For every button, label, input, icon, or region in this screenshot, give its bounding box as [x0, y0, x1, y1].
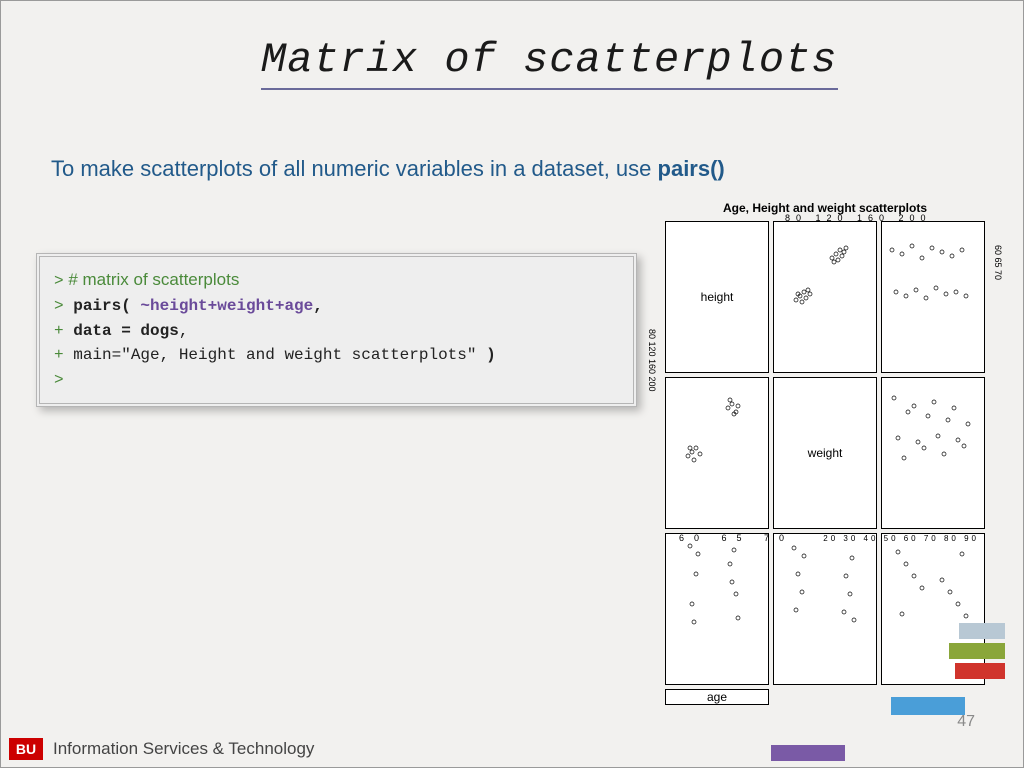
subtitle-func: pairs() [658, 156, 725, 181]
code-comma: , [313, 297, 323, 315]
bu-logo: BU [9, 738, 43, 760]
subtitle-text: To make scatterplots of all numeric vari… [51, 156, 658, 181]
axis-ticks-top: 80 120 160 200 [785, 213, 932, 223]
scatter-cell [881, 221, 985, 373]
code-prompt: + [54, 346, 64, 364]
code-func: pairs( [73, 297, 131, 315]
page-number: 47 [957, 713, 975, 731]
slide-title: Matrix of scatterplots [261, 36, 838, 90]
axis-ticks-bottom-left: 60 65 70 [679, 533, 794, 543]
scatter-cell [665, 377, 769, 529]
decoration-bar [949, 643, 1005, 659]
axis-ticks-left: 80 120 160 200 [647, 329, 657, 392]
slide-subtitle: To make scatterplots of all numeric vari… [51, 156, 725, 182]
scatter-cell [773, 533, 877, 685]
diag-cell-weight: weight [773, 377, 877, 529]
code-formula: ~height+weight+age [131, 297, 313, 315]
footer-dept: Information Services & Technology [53, 739, 314, 759]
chart-grid: height weight age [665, 221, 985, 531]
code-data-arg: data = dogs [73, 322, 179, 340]
code-comma: , [179, 322, 189, 340]
decoration-bar [959, 623, 1005, 639]
decoration-bar [955, 663, 1005, 679]
axis-ticks-right: 60 65 70 [993, 245, 1003, 280]
diag-cell-age: age [665, 689, 769, 705]
diag-cell-height: height [665, 221, 769, 373]
code-block: > # matrix of scatterplots > pairs( ~hei… [36, 253, 637, 407]
code-prompt: > [54, 371, 64, 389]
code-prompt: > [54, 272, 64, 290]
axis-ticks-bottom-right: 20 30 40 50 60 70 80 90 [823, 534, 979, 543]
code-close: ) [486, 346, 496, 364]
code-prompt: > [54, 297, 64, 315]
pairs-plot: Age, Height and weight scatterplots 80 1… [655, 201, 995, 541]
code-main-arg: main="Age, Height and weight scatterplot… [64, 346, 486, 364]
code-prompt: + [54, 322, 64, 340]
scatter-cell [665, 533, 769, 685]
scatter-cell [881, 377, 985, 529]
footer: BU Information Services & Technology [1, 731, 1023, 767]
decoration-bar [891, 697, 965, 715]
scatter-cell [773, 221, 877, 373]
code-comment: # matrix of scatterplots [64, 270, 240, 289]
